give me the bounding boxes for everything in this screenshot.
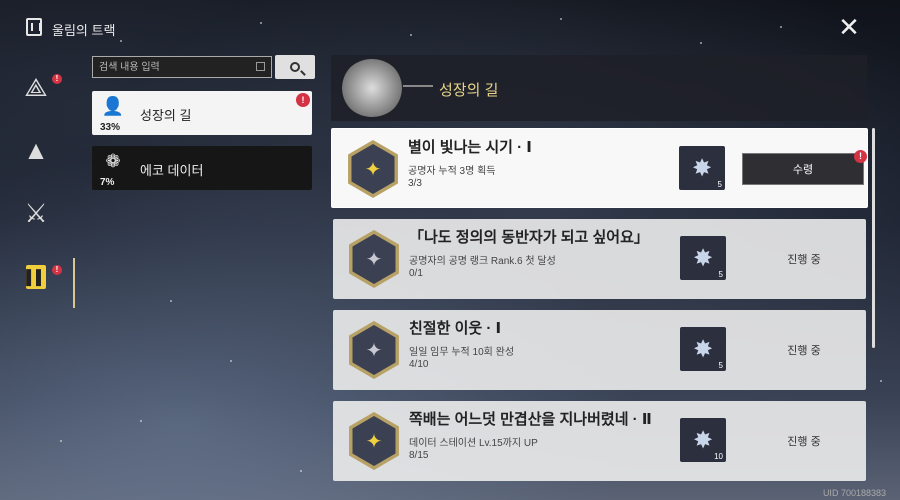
task-card: ✦ 별이 빛나는 시기 · Ⅰ 공명자 누적 3명 획득 3/3 ✸ 5 수령 … xyxy=(331,128,868,208)
reward-item[interactable]: ✸ 5 xyxy=(680,327,726,371)
category-badge: ! xyxy=(296,93,310,107)
search-input[interactable] xyxy=(93,57,271,78)
crystal-icon: ✸ xyxy=(691,154,713,182)
category-percent: 7% xyxy=(100,177,115,188)
chain-decoration xyxy=(403,85,433,87)
task-description: 공명자 누적 3명 획득 xyxy=(408,166,496,177)
panel-title: 성장의 길 xyxy=(439,82,499,99)
category-label: 성장의 길 xyxy=(140,108,192,123)
reward-item[interactable]: ✸ 5 xyxy=(679,146,725,190)
task-title: 쪽배는 어느덧 만겹산을 지나버렸네 · Ⅱ xyxy=(409,411,652,428)
side-rail: ⟁ ! ▲ ⚔ ▌▌ ! xyxy=(0,60,80,320)
task-card: ✦ 친절한 이웃 · Ⅰ 일일 임무 누적 10회 완성 4/10 ✸ 5 진행… xyxy=(333,310,866,390)
category-percent: 33% xyxy=(100,122,121,133)
claim-button[interactable]: 수령 ! xyxy=(742,150,867,185)
task-status: 진행 중 xyxy=(787,254,821,266)
crystal-icon: ✸ xyxy=(692,244,714,272)
task-description: 데이터 스테이션 Lv.15까지 UP xyxy=(409,438,538,449)
rail-item-2[interactable]: ▲ xyxy=(18,132,54,168)
rail-badge: ! xyxy=(52,265,62,275)
scrollbar[interactable] xyxy=(872,128,875,348)
track-icon xyxy=(26,18,42,36)
category-growth-path[interactable]: 👤 33% 성장의 길 ! xyxy=(92,91,312,135)
character-art xyxy=(341,59,403,117)
task-card: ✦ 쪽배는 어느덧 만겹산을 지나버렸네 · Ⅱ 데이터 스테이션 Lv.15까… xyxy=(333,401,866,481)
echo-icon: ❁ xyxy=(105,150,121,171)
task-progress: 0/1 xyxy=(409,268,423,279)
rail-active-indicator xyxy=(73,258,75,308)
crystal-icon: ✸ xyxy=(692,426,714,454)
reward-item[interactable]: ✸ 10 xyxy=(680,418,726,462)
task-description: 공명자의 공명 랭크 Rank.6 첫 달성 xyxy=(409,256,556,267)
reward-item[interactable]: ✸ 5 xyxy=(680,236,726,280)
rail-item-3[interactable]: ⚔ xyxy=(18,195,54,231)
edit-icon xyxy=(256,62,265,71)
close-icon: ✕ xyxy=(838,12,860,42)
rail-item-4[interactable]: ▌▌ ! xyxy=(26,265,62,289)
task-title: 별이 빛나는 시기 · Ⅰ xyxy=(408,139,532,156)
task-title: 친절한 이웃 · Ⅰ xyxy=(409,320,502,337)
category-label: 에코 데이터 xyxy=(140,163,204,178)
rail-item-1[interactable]: ⟁ ! xyxy=(18,70,62,106)
crossed-swords-icon: ⚔ xyxy=(24,197,48,228)
search-box xyxy=(92,56,272,78)
close-button[interactable]: ✕ xyxy=(834,12,864,42)
task-description: 일일 임무 누적 10회 완성 xyxy=(409,347,515,358)
task-progress: 4/10 xyxy=(409,359,429,370)
reward-count: 5 xyxy=(717,180,722,189)
task-card: ✦ 「나도 정의의 동반자가 되고 싶어요」 공명자의 공명 랭크 Rank.6… xyxy=(333,219,866,299)
category-echo-data[interactable]: ❁ 7% 에코 데이터 xyxy=(92,146,312,190)
search-button[interactable] xyxy=(275,55,315,79)
character-icon: 👤 xyxy=(101,95,125,116)
task-progress: 8/15 xyxy=(409,450,429,461)
claim-label: 수령 xyxy=(792,164,814,176)
crystal-icon: ✸ xyxy=(692,335,714,363)
wave-slash-icon: ⟁ xyxy=(24,72,48,102)
task-title: 「나도 정의의 동반자가 되고 싶어요」 xyxy=(409,229,649,246)
reward-count: 5 xyxy=(718,361,723,370)
search-icon xyxy=(290,62,300,72)
task-progress: 3/3 xyxy=(408,178,422,189)
task-status: 진행 중 xyxy=(787,345,821,357)
rail-badge: ! xyxy=(52,74,62,84)
claim-badge: ! xyxy=(854,150,867,163)
reward-count: 5 xyxy=(718,270,723,279)
peak-icon: ▲ xyxy=(23,134,49,165)
track-icon: ▌▌ xyxy=(26,269,46,285)
window-title: 울림의 트랙 xyxy=(52,23,116,38)
panel-header: 성장의 길 xyxy=(331,55,867,121)
uid-label: UID 700188383 xyxy=(822,488,886,498)
task-status: 진행 중 xyxy=(787,436,821,448)
reward-count: 10 xyxy=(714,452,723,461)
top-bar: 울림의 트랙 ✕ xyxy=(0,0,900,56)
